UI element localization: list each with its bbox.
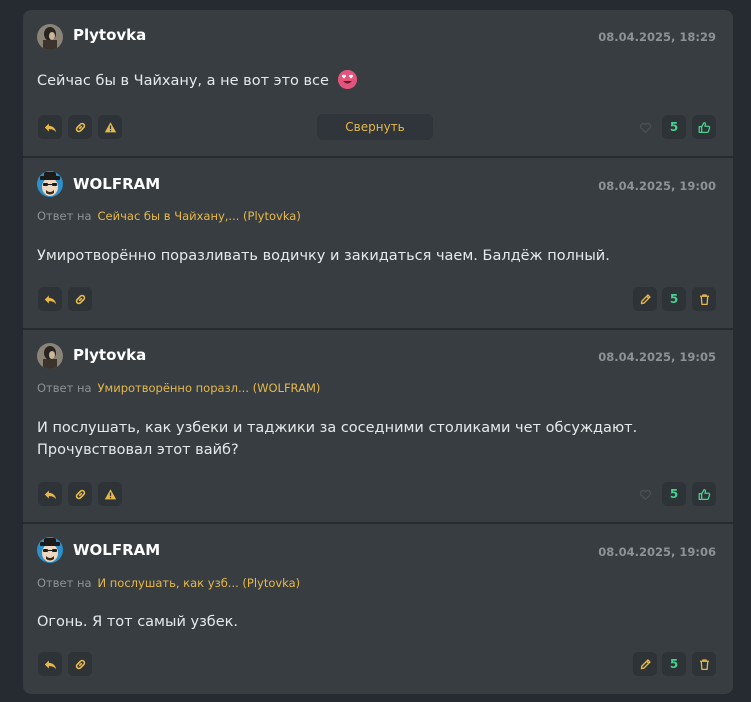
comment-item: Plytovka 08.04.2025, 18:29 Сейчас бы в Ч…: [23, 10, 733, 156]
comment-text: Сейчас бы в Чайхану, а не вот это все: [37, 70, 717, 92]
collapse-button[interactable]: Свернуть: [317, 114, 433, 140]
reply-link[interactable]: Умиротворённо поразл... (WOLFRAM): [98, 381, 321, 395]
delete-button[interactable]: [692, 287, 716, 311]
avatar[interactable]: [37, 537, 63, 563]
like-button[interactable]: [692, 482, 716, 506]
dislike-button[interactable]: [633, 115, 657, 139]
comment-author[interactable]: WOLFRAM: [73, 175, 160, 193]
comment-date: 08.04.2025, 19:05: [598, 350, 716, 364]
heart-icon: [639, 121, 652, 134]
comment-item: WOLFRAM 08.04.2025, 19:00 Ответ на Сейчас…: [23, 158, 733, 328]
reply-icon: [44, 488, 57, 501]
reply-link[interactable]: И послушать, как узб... (Plytovka): [98, 576, 301, 590]
heart-eyes-emoji-icon: [337, 70, 357, 89]
link-icon: [74, 293, 87, 306]
edit-button[interactable]: [633, 287, 657, 311]
warning-icon: [104, 488, 117, 501]
likes-count: 5: [662, 482, 686, 506]
warning-icon: [104, 121, 117, 134]
comment-text: И послушать, как узбеки и таджики за сос…: [37, 417, 717, 461]
comment-text-line: Прочувствовал этот вайб?: [37, 442, 239, 458]
link-icon: [74, 658, 87, 671]
delete-button[interactable]: [692, 652, 716, 676]
link-icon: [74, 488, 87, 501]
avatar[interactable]: [37, 343, 63, 369]
comment-date: 08.04.2025, 18:29: [598, 30, 716, 44]
comment-item: WOLFRAM 08.04.2025, 19:06 Ответ на И посл…: [23, 524, 733, 694]
reply-prefix: Ответ на: [37, 576, 92, 590]
link-icon: [74, 121, 87, 134]
thumbs-up-icon: [698, 488, 711, 501]
reply-link[interactable]: Сейчас бы в Чайхану,... (Plytovka): [98, 209, 301, 223]
reply-button[interactable]: [38, 115, 62, 139]
heart-icon: [639, 488, 652, 501]
comment-author[interactable]: Plytovka: [73, 346, 146, 364]
likes-count: 5: [662, 652, 686, 676]
comment-text: Умиротворённо поразливать водичку и заки…: [37, 248, 610, 264]
copy-link-button[interactable]: [68, 482, 92, 506]
comment-author[interactable]: Plytovka: [73, 26, 146, 44]
copy-link-button[interactable]: [68, 115, 92, 139]
avatar[interactable]: [37, 171, 63, 197]
report-button[interactable]: [98, 115, 122, 139]
report-button[interactable]: [98, 482, 122, 506]
reply-prefix: Ответ на: [37, 209, 92, 223]
reply-prefix: Ответ на: [37, 381, 92, 395]
comment-item: Plytovka 08.04.2025, 19:05 Ответ на Умиро…: [23, 330, 733, 522]
edit-button[interactable]: [633, 652, 657, 676]
reply-reference: Ответ на Сейчас бы в Чайхану,... (Plytovk…: [37, 209, 301, 223]
pencil-icon: [639, 658, 652, 671]
reply-button[interactable]: [38, 482, 62, 506]
comment-author[interactable]: WOLFRAM: [73, 541, 160, 559]
copy-link-button[interactable]: [68, 652, 92, 676]
copy-link-button[interactable]: [68, 287, 92, 311]
comment-date: 08.04.2025, 19:00: [598, 179, 716, 193]
comments-panel: Plytovka 08.04.2025, 18:29 Сейчас бы в Ч…: [23, 10, 733, 694]
reply-button[interactable]: [38, 652, 62, 676]
like-button[interactable]: [692, 115, 716, 139]
thumbs-up-icon: [698, 121, 711, 134]
avatar[interactable]: [37, 24, 63, 50]
dislike-button[interactable]: [633, 482, 657, 506]
comment-text: Огонь. Я тот самый узбек.: [37, 614, 239, 630]
reply-icon: [44, 121, 57, 134]
reply-icon: [44, 658, 57, 671]
reply-icon: [44, 293, 57, 306]
likes-count: 5: [662, 115, 686, 139]
trash-icon: [698, 658, 711, 671]
comment-text-line: И послушать, как узбеки и таджики за сос…: [37, 420, 638, 436]
reply-reference: Ответ на Умиротворённо поразл... (WOLFRAM…: [37, 381, 320, 395]
pencil-icon: [639, 293, 652, 306]
reply-reference: Ответ на И послушать, как узб... (Plytovk…: [37, 576, 300, 590]
reply-button[interactable]: [38, 287, 62, 311]
comment-date: 08.04.2025, 19:06: [598, 545, 716, 559]
comment-text-content: Сейчас бы в Чайхану, а не вот это все: [37, 73, 329, 89]
likes-count: 5: [662, 287, 686, 311]
trash-icon: [698, 293, 711, 306]
